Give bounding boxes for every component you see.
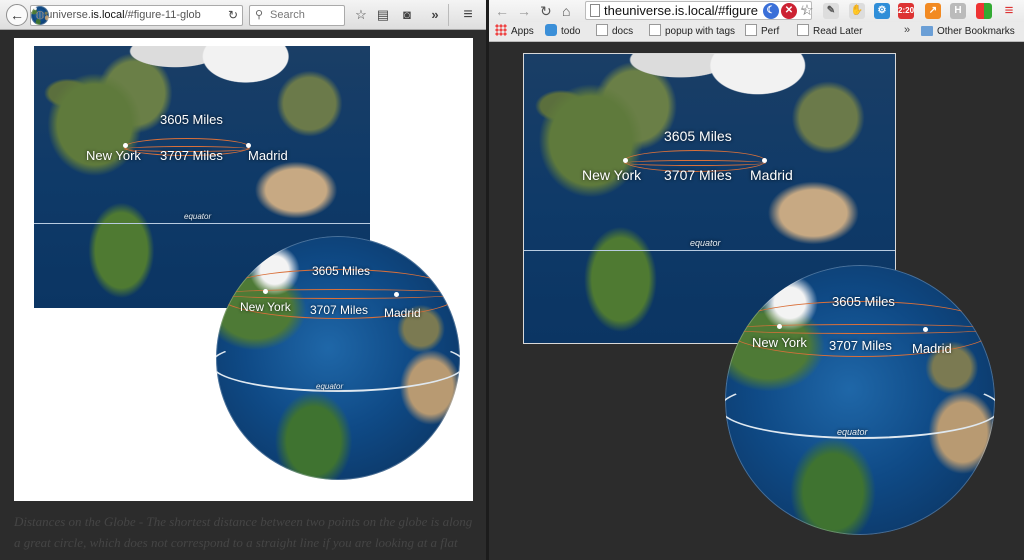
pocket-icon[interactable]: ◙ (398, 6, 416, 24)
globe-city-dot-west (263, 289, 268, 294)
globe-label-straight: 3707 Miles (829, 338, 892, 353)
toolbar-separator (448, 4, 449, 26)
page-icon (745, 24, 757, 36)
figure-caption: Distances on the Globe - The shortest di… (14, 514, 473, 560)
puzzle-extension-icon[interactable]: ⚙ (874, 3, 890, 19)
search-placeholder: Search (270, 9, 305, 21)
globe-latitude-line (216, 289, 460, 299)
page-icon (797, 24, 809, 36)
globe-image: 3605 Miles New York 3707 Miles Madrid eq… (216, 236, 460, 480)
reload-icon[interactable]: ↻ (540, 2, 552, 20)
hamburger-menu-icon[interactable]: ≡ (459, 6, 477, 24)
url-rest: /#figure-11-glob (124, 9, 201, 21)
back-arrow-icon: ← (10, 7, 24, 23)
firefox-toolbar: ← ◍ theuniverse.is.local/#figure-11-glob … (0, 0, 486, 30)
globe-label-city-east: Madrid (384, 306, 421, 320)
bookmark-popup-with-tags[interactable]: popup with tags (649, 24, 735, 40)
clipboard-icon[interactable]: ▤ (374, 6, 392, 24)
label-straight-distance: 3707 Miles (160, 148, 223, 163)
page-icon (649, 24, 661, 36)
bookmark-apps[interactable]: Apps (495, 24, 534, 40)
label-city-east: Madrid (248, 148, 288, 163)
globe-latitude-line (725, 324, 995, 334)
screenshot-root: ← ◍ theuniverse.is.local/#figure-11-glob … (0, 0, 1024, 560)
globe-label-straight: 3707 Miles (310, 303, 369, 317)
edit-extension-icon[interactable]: ✎ (823, 3, 839, 19)
hand-extension-icon[interactable]: ✋ (849, 3, 865, 19)
chrome-toolbar: ← → ↻ ⌂ theuniverse.is.local/#figure ϟ ☾… (489, 0, 1024, 22)
label-straight-distance: 3707 Miles (664, 167, 732, 183)
globe-label-equator: equator (316, 382, 344, 391)
forward-icon[interactable]: → (517, 2, 531, 20)
rhumb-line (624, 160, 766, 166)
page-icon (590, 4, 600, 17)
search-input[interactable]: ⚲ Search (249, 5, 345, 26)
todo-icon (545, 24, 557, 36)
equator-line (524, 250, 895, 251)
omnibox-text: theuniverse.is.local/#figure (604, 3, 758, 18)
crescent-extension-icon[interactable]: ☾ (763, 3, 779, 19)
city-dot-west (623, 158, 628, 163)
block-extension-icon[interactable]: ✕ (781, 3, 797, 19)
bookmark-perf[interactable]: Perf (745, 24, 779, 40)
home-icon[interactable]: ⌂ (562, 2, 570, 20)
label-city-east: Madrid (750, 167, 793, 183)
back-icon[interactable]: ← (495, 2, 509, 20)
globe-label-equator: equator (837, 427, 868, 437)
bookmark-star-icon[interactable]: ☆ (352, 6, 370, 24)
label-equator: equator (690, 238, 721, 248)
label-great-circle-distance: 3605 Miles (664, 128, 732, 144)
globe-icon: ◍ (31, 6, 49, 25)
bookmarks-bar: Apps todo docs popup with tags Perf Read… (489, 22, 1024, 42)
folder-icon (921, 26, 933, 36)
bookmarks-overflow-chevron-icon[interactable]: » (904, 24, 910, 36)
globe-label-great-circle: 3605 Miles (832, 294, 895, 309)
reload-icon[interactable]: ↻ (228, 6, 238, 25)
city-dot-east (762, 158, 767, 163)
label-city-west: New York (582, 167, 642, 183)
url-bar[interactable]: ◍ theuniverse.is.local/#figure-11-glob ↻ (30, 5, 243, 26)
apps-grid-icon (495, 24, 507, 36)
globe-city-dot-east (923, 327, 928, 332)
globe-city-dot-east (394, 292, 399, 297)
url-host: is.local (90, 9, 125, 21)
bookmark-docs[interactable]: docs (596, 24, 633, 40)
grid-extension-icon[interactable] (976, 3, 992, 19)
menu-icon[interactable]: ≡ (1001, 3, 1017, 19)
globe-label-city-west: New York (752, 335, 807, 350)
globe-label-city-east: Madrid (912, 341, 952, 356)
globe-image-chrome: 3605 Miles New York 3707 Miles Madrid eq… (725, 265, 995, 535)
docs-icon (596, 24, 608, 36)
timer-extension-badge[interactable]: 2:20 (898, 3, 914, 19)
label-city-west: New York (86, 148, 141, 163)
label-equator: equator (184, 212, 212, 221)
back-button[interactable]: ← (6, 4, 28, 26)
equator-line (34, 223, 370, 224)
globe-label-city-west: New York (240, 300, 291, 314)
bookmark-read-later[interactable]: Read Later (797, 24, 862, 40)
bookmark-star-icon[interactable]: ☆ (799, 3, 815, 19)
label-great-circle-distance: 3605 Miles (160, 112, 223, 127)
analytics-extension-icon[interactable]: ↗ (925, 3, 941, 19)
overflow-chevron-icon[interactable]: » (426, 6, 444, 24)
search-icon: ⚲ (255, 9, 264, 21)
other-bookmarks[interactable]: Other Bookmarks (921, 24, 1015, 40)
globe-city-dot-west (777, 324, 782, 329)
bookmark-todo[interactable]: todo (545, 24, 580, 40)
globe-label-great-circle: 3605 Miles (312, 264, 371, 278)
h-extension-icon[interactable]: H (950, 3, 966, 19)
